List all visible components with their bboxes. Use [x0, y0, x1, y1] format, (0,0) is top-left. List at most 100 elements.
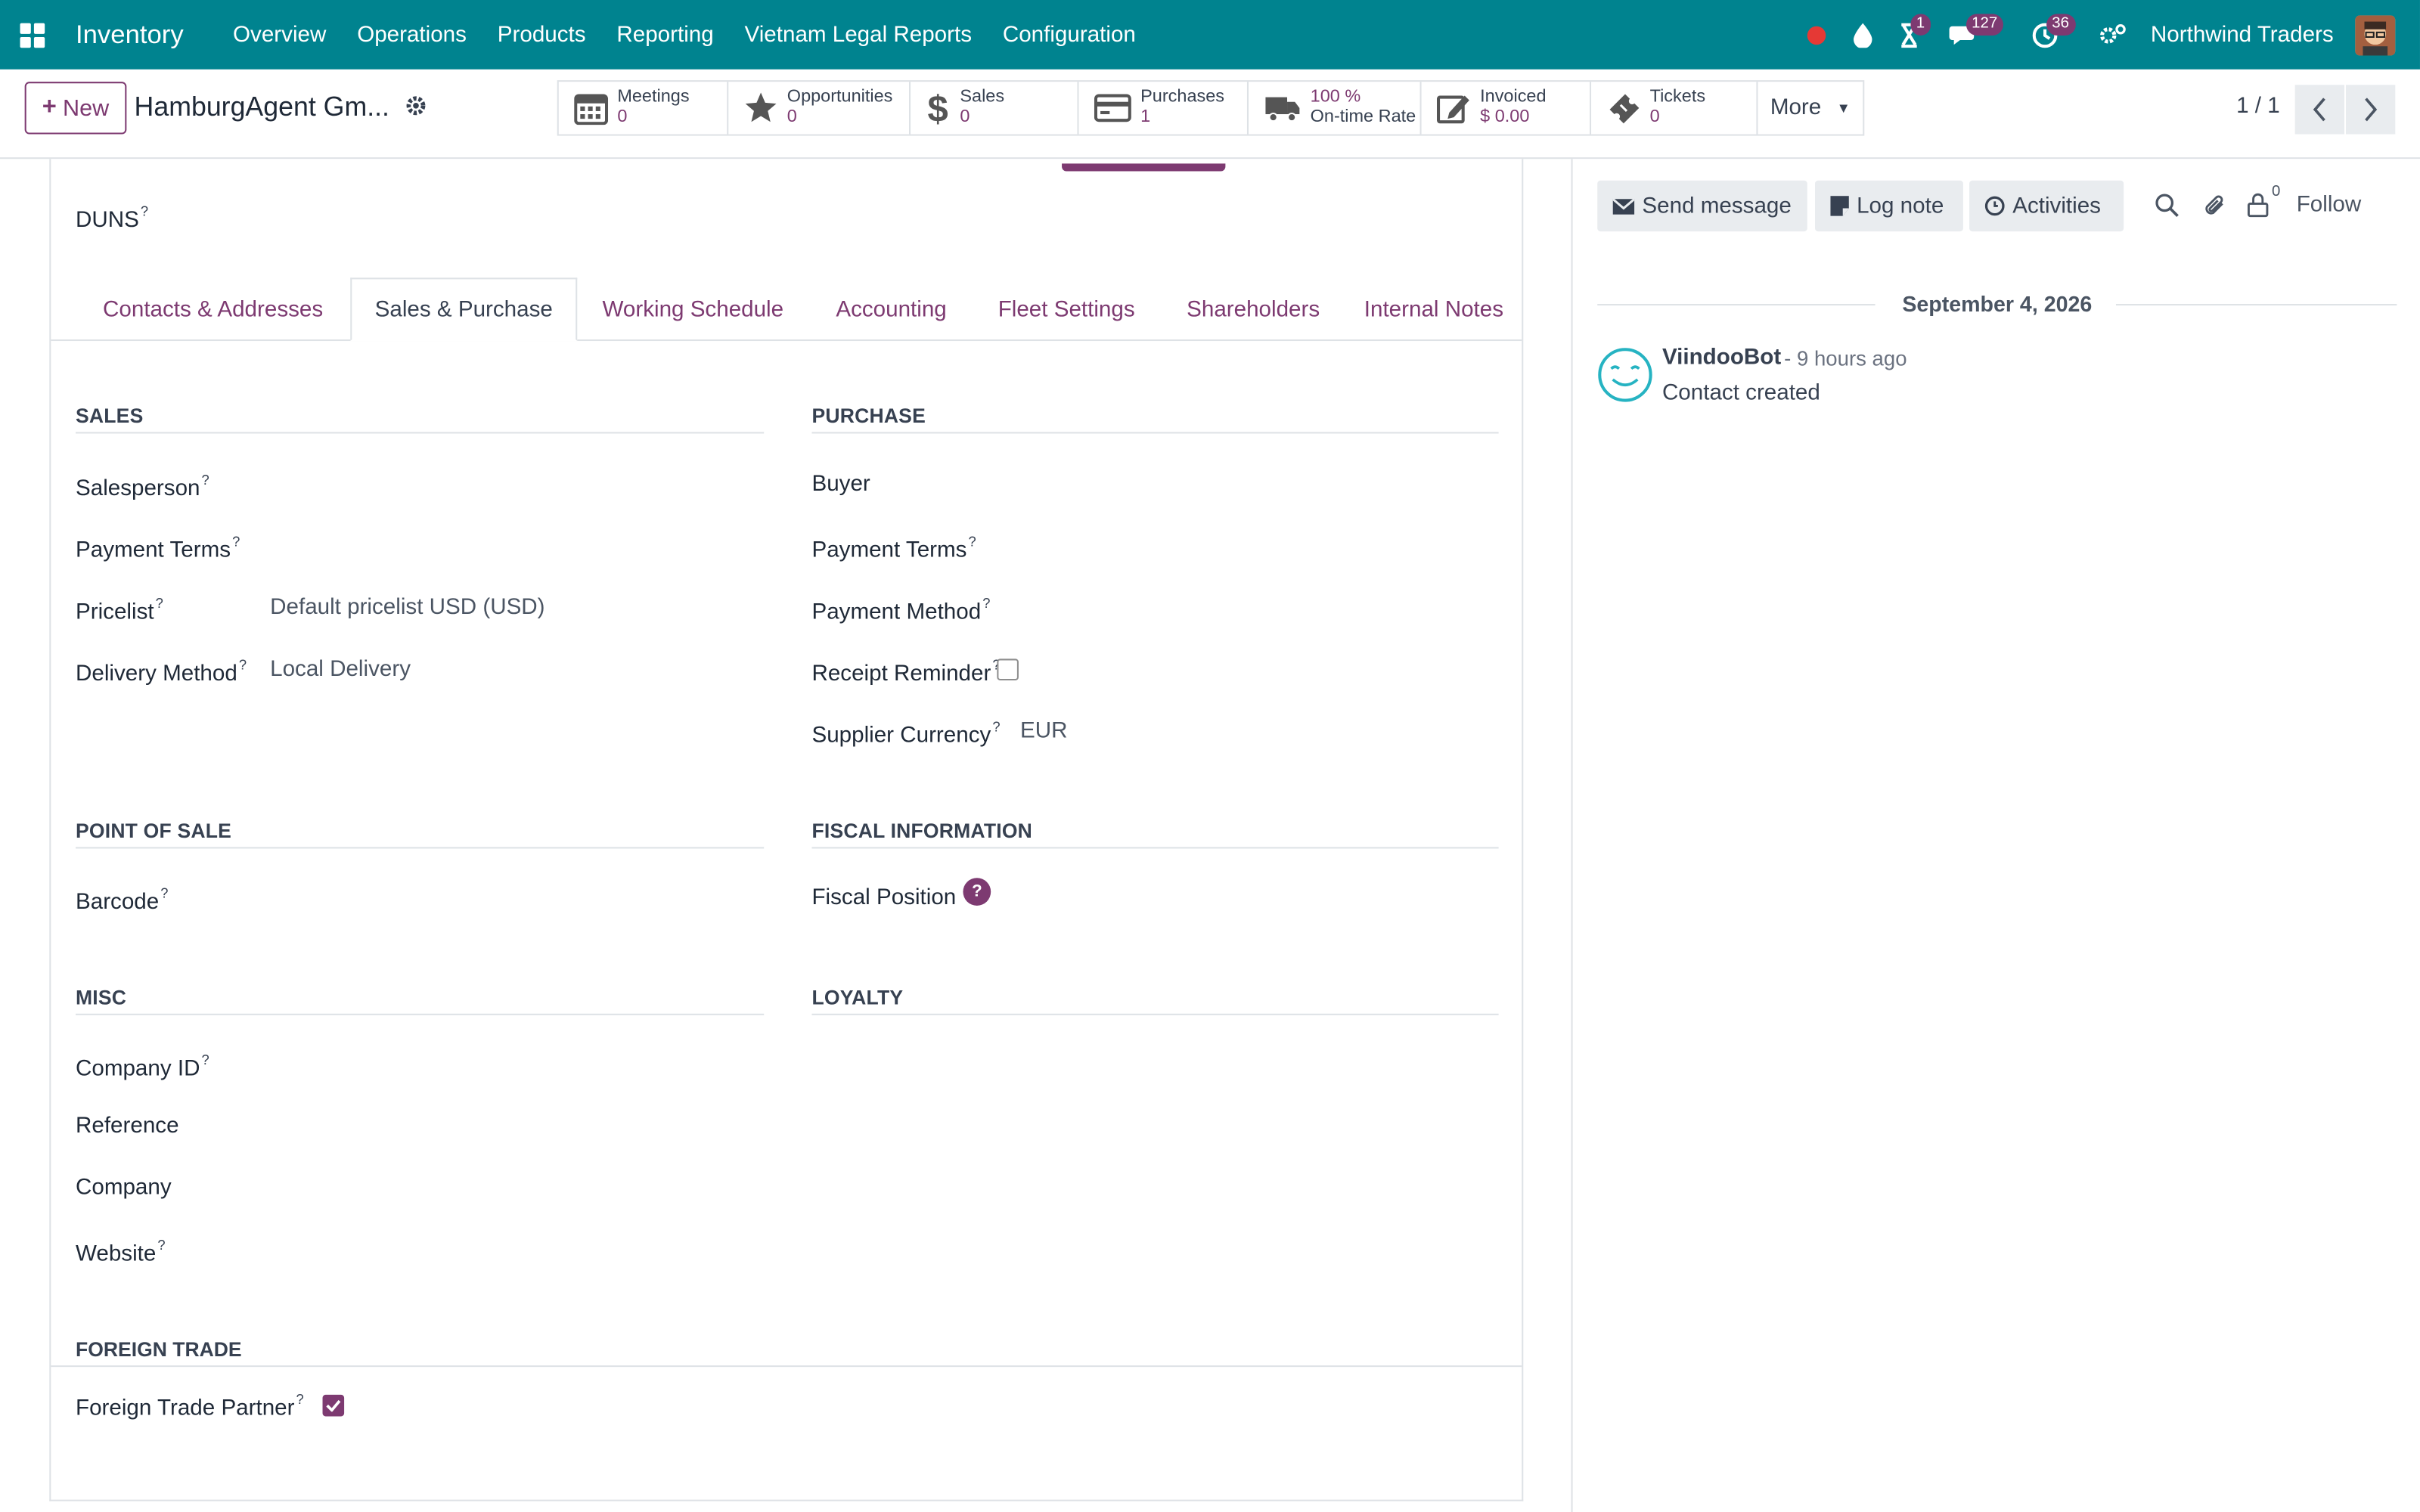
form-sheet: DUNS? Contacts & Addresses Sales & Purch…	[49, 159, 1524, 1501]
activities-button[interactable]: Activities	[1969, 180, 2124, 232]
fiscal-position-label: Fiscal Position	[811, 885, 957, 911]
supplier-currency-field[interactable]: EUR	[1020, 719, 1067, 744]
company-label: Company	[75, 1176, 172, 1201]
delivery-method-field[interactable]: Local Delivery	[270, 657, 411, 682]
menu-vietnam-legal-reports[interactable]: Vietnam Legal Reports	[729, 23, 987, 48]
more-button[interactable]: More ▼	[1758, 82, 1863, 134]
sales-button[interactable]: $ Sales 0	[911, 82, 1079, 135]
tab-working-schedule[interactable]: Working Schedule	[577, 277, 808, 341]
pager-next-button[interactable]	[2346, 85, 2396, 135]
user-avatar[interactable]	[2355, 14, 2396, 55]
chat-icon[interactable]: 127	[1941, 11, 2004, 57]
settings-icon[interactable]	[2089, 11, 2135, 57]
foreign-trade-section-title: FOREIGN TRADE	[75, 1337, 242, 1361]
purchase-payment-terms-label: Payment Terms?	[811, 534, 976, 563]
plus-icon: +	[42, 94, 57, 121]
barcode-label: Barcode?	[75, 885, 169, 916]
check-icon	[326, 1399, 341, 1412]
bot-avatar[interactable]	[1597, 347, 1652, 411]
truck-icon	[1265, 97, 1300, 122]
chevron-right-icon	[2365, 98, 2378, 122]
menu-operations[interactable]: Operations	[342, 23, 482, 48]
new-button[interactable]: + New	[24, 82, 127, 135]
followers-lock-icon[interactable]	[2247, 193, 2269, 225]
chevron-left-icon	[2313, 98, 2325, 122]
divider	[51, 1365, 1522, 1368]
log-note-button[interactable]: Log note	[1814, 180, 1963, 232]
app-brand[interactable]: Inventory	[76, 20, 184, 51]
calendar-icon	[574, 94, 609, 125]
app-grid-icon[interactable]	[20, 17, 54, 51]
note-icon	[1830, 196, 1849, 216]
search-icon[interactable]	[2155, 193, 2180, 225]
messages-badge: 127	[1965, 13, 2004, 35]
tab-shareholders[interactable]: Shareholders	[1159, 277, 1348, 341]
receipt-reminder-checkbox[interactable]	[997, 658, 1019, 680]
message-time: - 9 hours ago	[1784, 347, 1907, 370]
pencil-square-icon	[1436, 95, 1469, 124]
drop-icon[interactable]	[1839, 11, 1885, 57]
pager-value[interactable]: 1 / 1	[2236, 94, 2280, 119]
tab-contacts-addresses[interactable]: Contacts & Addresses	[76, 277, 350, 341]
purple-accent-strip	[1062, 163, 1226, 172]
salesperson-label: Salesperson?	[75, 472, 209, 502]
tab-internal-notes[interactable]: Internal Notes	[1348, 277, 1521, 341]
reference-label: Reference	[75, 1114, 179, 1139]
pager-previous-button[interactable]	[2294, 85, 2344, 135]
loyalty-section-title: LOYALTY	[811, 986, 1499, 1015]
on-time-rate-button[interactable]: 100 % On-time Rate	[1249, 82, 1422, 135]
send-message-button[interactable]: Send message	[1597, 180, 1807, 232]
activity-badge: 1	[1910, 13, 1931, 35]
purchases-button[interactable]: Purchases 1	[1079, 82, 1249, 135]
pricelist-label: Pricelist?	[75, 595, 163, 625]
record-icon[interactable]	[1792, 11, 1838, 57]
main-menu: Overview Operations Products Reporting V…	[218, 23, 1152, 48]
smart-buttons: Meetings 0 Opportunities 0 $ Sales 0 Purcha…	[557, 80, 1865, 136]
ticket-icon	[1609, 94, 1640, 124]
dollar-icon: $	[928, 89, 948, 126]
menu-products[interactable]: Products	[482, 23, 601, 48]
sales-section-title: SALES	[75, 404, 765, 434]
paperclip-icon[interactable]	[2202, 193, 2227, 225]
menu-configuration[interactable]: Configuration	[987, 23, 1151, 48]
pos-section-title: POINT OF SALE	[75, 820, 765, 849]
record-title: HamburgAgent Gm...	[134, 91, 390, 122]
message-body: Contact created	[1661, 381, 1820, 406]
gear-icon[interactable]	[405, 94, 428, 125]
company-id-label: Company ID?	[75, 1052, 209, 1082]
credit-card-icon	[1094, 94, 1131, 122]
pricelist-field[interactable]: Default pricelist USD (USD)	[270, 596, 544, 621]
tickets-button[interactable]: Tickets 0	[1591, 82, 1758, 135]
website-label: Website?	[75, 1237, 166, 1267]
menu-reporting[interactable]: Reporting	[601, 23, 729, 48]
foreign-trade-partner-checkbox[interactable]	[322, 1394, 345, 1417]
misc-section-title: MISC	[75, 986, 765, 1015]
control-panel: + New HamburgAgent Gm... Meetings 0 Oppor…	[0, 69, 2420, 160]
menu-overview[interactable]: Overview	[218, 23, 342, 48]
purchase-section-title: PURCHASE	[811, 404, 1499, 434]
tab-fleet-settings[interactable]: Fleet Settings	[974, 277, 1159, 341]
delivery-method-label: Delivery Method?	[75, 657, 247, 687]
hourglass-icon[interactable]: 1	[1885, 11, 1931, 57]
tab-accounting[interactable]: Accounting	[808, 277, 973, 341]
meetings-button[interactable]: Meetings 0	[559, 82, 729, 135]
tab-sales-purchase[interactable]: Sales & Purchase	[350, 277, 578, 342]
follow-button[interactable]: Follow	[2297, 193, 2362, 218]
invoiced-button[interactable]: Invoiced $ 0.00	[1422, 82, 1592, 135]
caret-down-icon: ▼	[1836, 99, 1851, 116]
message-author[interactable]: ViindooBot	[1662, 345, 1781, 370]
clock-icon	[1984, 196, 2005, 216]
timer-icon[interactable]: 36	[2021, 11, 2076, 57]
foreign-trade-partner-label: Foreign Trade Partner?	[75, 1391, 304, 1421]
supplier-currency-label: Supplier Currency?	[811, 719, 1001, 748]
star-icon	[745, 92, 777, 122]
top-navbar: Inventory Overview Operations Products R…	[0, 0, 2420, 70]
help-icon[interactable]: ?	[963, 878, 991, 906]
payment-method-label: Payment Method?	[811, 595, 991, 625]
envelope-icon	[1612, 197, 1635, 214]
chatter-panel: Send message Log note Activities 0 Follo…	[1571, 159, 2420, 1512]
opportunities-button[interactable]: Opportunities 0	[728, 82, 911, 135]
company-switcher[interactable]: Northwind Traders	[2151, 23, 2334, 48]
timer-badge: 36	[2046, 13, 2076, 35]
date-separator: September 4, 2026	[1597, 292, 2397, 316]
